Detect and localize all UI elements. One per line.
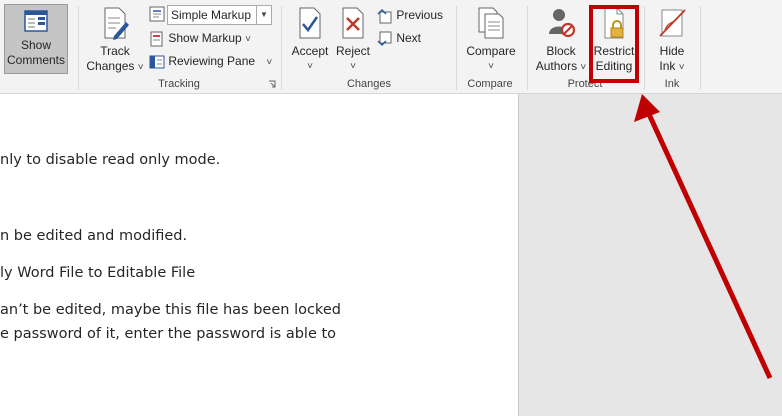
red-arrow-annotation (634, 94, 773, 380)
